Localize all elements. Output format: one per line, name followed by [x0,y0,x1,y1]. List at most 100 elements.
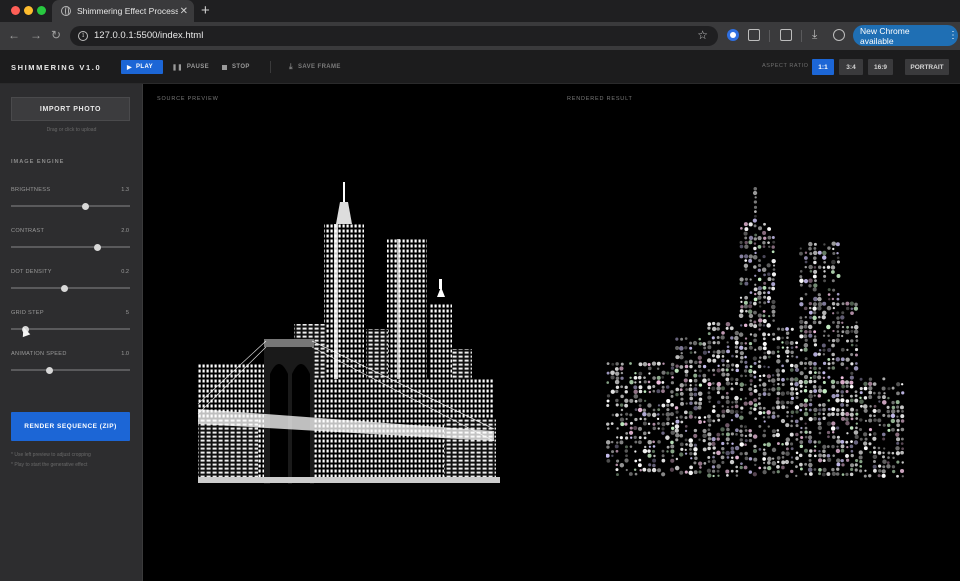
aspect-portrait-button[interactable]: PORTRAIT [905,59,949,75]
render-dot [869,451,872,454]
contrast-slider[interactable] [11,243,130,251]
render-dot [845,472,849,476]
render-dot [895,400,900,405]
render-dot [685,443,688,446]
render-dot [711,465,716,469]
render-dot [781,460,786,465]
dot-density-slider[interactable] [11,284,130,292]
profile-icon[interactable] [833,29,845,41]
save-frame-button[interactable]: ⤓ SAVE FRAME [289,60,341,74]
slider-thumb[interactable] [61,284,69,292]
render-dot [890,418,896,424]
preview-area: SOURCE PREVIEW RENDERED RESULT [144,84,960,581]
forward-icon[interactable]: → [30,28,42,42]
render-dot [892,456,895,460]
render-dot [731,354,734,358]
render-dot [831,467,835,472]
play-button[interactable]: ▶ PLAY [121,60,163,74]
render-dot [887,387,891,391]
render-dot [776,377,781,382]
window-close-button[interactable] [11,6,20,15]
tab-close-icon[interactable]: ✕ [180,6,188,17]
render-dot [619,403,624,407]
render-dot [721,414,726,418]
extensions-puzzle-icon[interactable] [748,29,760,41]
render-dot [767,277,772,282]
render-dot [734,381,739,386]
import-photo-button[interactable]: IMPORT PHOTO [11,97,130,121]
window-minimize-button[interactable] [24,6,33,15]
render-dot [813,296,818,302]
render-dot [689,346,693,350]
header-divider [270,61,271,73]
render-dot [748,457,753,461]
rendered-result-image[interactable] [606,179,911,484]
render-dot [776,386,781,391]
render-dot [850,311,854,316]
slider-thumb[interactable] [81,202,89,210]
site-info-icon[interactable] [78,31,88,41]
render-sequence-button[interactable]: RENDER SEQUENCE (ZIP) [11,412,130,441]
pause-button[interactable]: ❚❚ PAUSE [172,60,209,74]
render-dot [698,470,702,474]
aspect-3-4-button[interactable]: 3:4 [839,59,863,75]
render-dot [753,200,757,204]
render-dot [836,251,839,255]
stop-button[interactable]: STOP [222,60,250,74]
render-dot [748,400,754,406]
render-dot [813,361,817,366]
render-dot [883,392,886,395]
render-dot [753,246,757,251]
reload-icon[interactable]: ↻ [51,28,61,42]
aspect-16-9-button[interactable]: 16:9 [868,59,893,75]
render-dot [725,469,730,474]
render-dot [868,386,873,391]
brightness-slider[interactable] [11,202,130,210]
render-dot [624,436,629,440]
render-dot [735,455,739,460]
render-dot [804,472,808,476]
render-dot [754,196,757,199]
chrome-update-button[interactable]: New Chrome available ⋮ [853,25,958,46]
render-dot [670,371,674,376]
render-dot [845,403,849,407]
render-dot [675,364,679,368]
render-dot [817,440,821,444]
render-dot [716,327,720,331]
render-dot [734,400,739,404]
animation-speed-slider[interactable] [11,366,130,374]
render-dot [739,309,744,313]
extension-icon[interactable] [727,29,739,41]
render-dot [762,245,766,248]
render-dot [813,250,818,256]
render-dot [840,444,845,449]
bookmark-star-icon[interactable]: ☆ [697,28,708,42]
render-dot [753,242,757,245]
render-dot [813,311,817,315]
media-control-icon[interactable] [780,29,792,41]
source-preview-image[interactable] [194,179,504,484]
render-dot [743,222,748,227]
render-dot [794,377,799,382]
render-dot [868,433,872,436]
aspect-1-1-button[interactable]: 1:1 [812,59,834,75]
render-dot [849,412,854,417]
render-dot [753,384,757,388]
slider-thumb[interactable] [93,243,101,251]
download-icon[interactable]: ⤓ [812,27,824,41]
address-bar[interactable]: 127.0.0.1:5500/index.html ☆ [70,26,718,46]
render-dot [703,416,707,419]
window-maximize-button[interactable] [37,6,46,15]
render-dot [826,453,831,458]
browser-tab[interactable]: Shimmering Effect Processing ✕ [52,0,194,22]
new-tab-button[interactable]: + [201,2,210,19]
back-icon[interactable]: ← [8,28,20,42]
render-dot [840,390,844,394]
render-dot [827,293,831,296]
render-dot [798,453,803,458]
render-dot [835,338,840,343]
render-dot [712,350,716,354]
render-dot [772,411,776,415]
slider-thumb[interactable] [45,366,53,374]
render-dot [743,401,748,406]
